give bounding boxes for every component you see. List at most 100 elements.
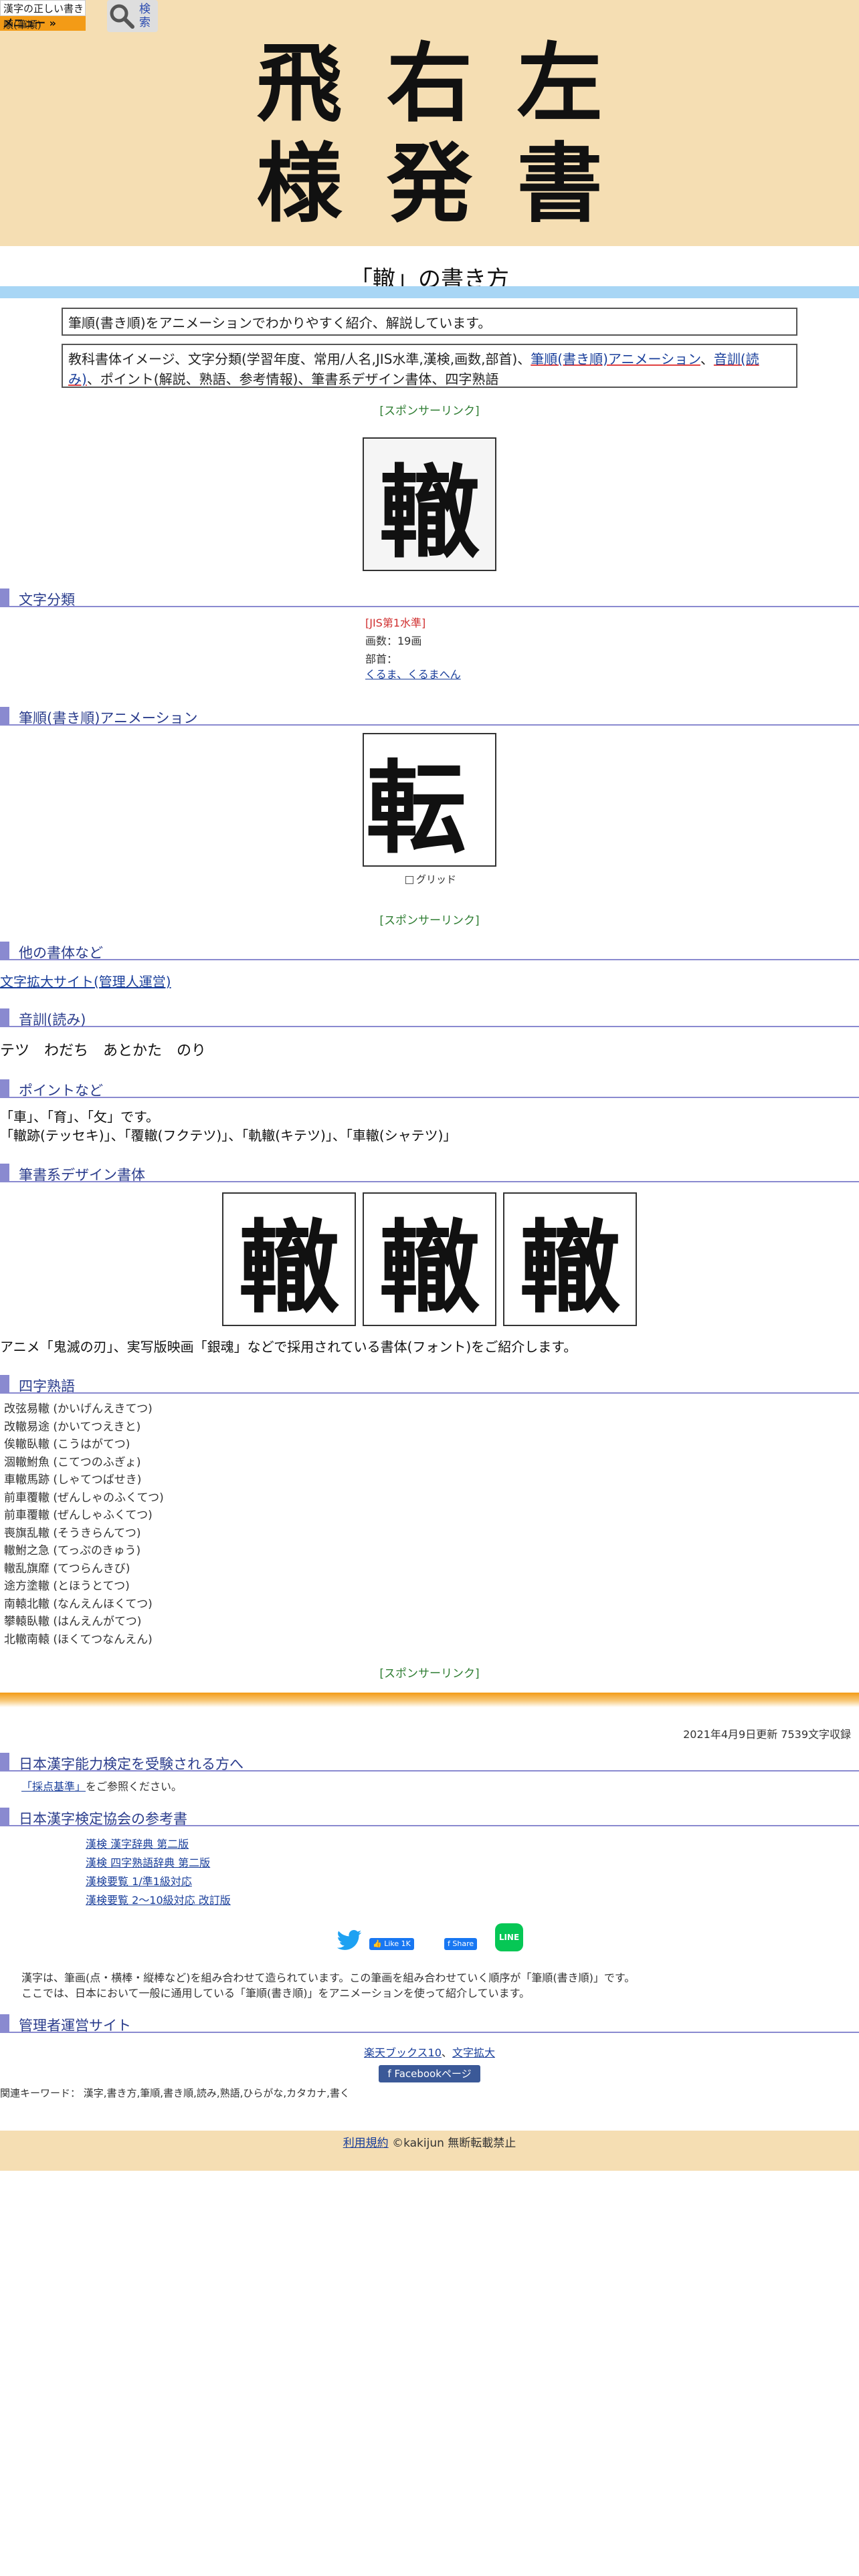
section-title: 管理者運営サイト: [19, 2018, 131, 2034]
section-kanken: 日本漢字能力検定を受験される方へ: [0, 1753, 859, 1772]
yoji-item: 改弦易轍 (かいげんえきてつ): [4, 1402, 153, 1416]
facebook-icon: f: [387, 2068, 395, 2080]
grid-label: グリッド: [416, 873, 457, 885]
design-sample-char: 轍: [519, 1208, 620, 1327]
section-reading: 音訓(読み): [0, 1008, 859, 1028]
orange-divider: [0, 1693, 859, 1707]
section-classification: 文字分類: [0, 588, 859, 608]
reference-book-list: 漢検 漢字辞典 第二版 漢検 四字熟語辞典 第二版 漢検要覧 1/準1級対応 漢…: [86, 1835, 231, 1910]
section-yoji: 四字熟語: [0, 1375, 859, 1394]
line-icon: LINE: [498, 1933, 520, 1942]
grid-toggle[interactable]: グリッド: [405, 872, 456, 886]
menu-button[interactable]: メニュー »: [0, 16, 86, 31]
animation-link[interactable]: 筆順(書き順)アニメーション: [531, 351, 700, 367]
like-count: Like 1K: [384, 1939, 411, 1948]
section-marker: [0, 1753, 9, 1770]
share-buttons: 👍 Like 1K f Share LINE: [335, 1923, 535, 1957]
intro-text: 筆順(書き順)をアニメーションでわかりやすく紹介、解説しています。: [68, 315, 492, 331]
points-line-1: 「車」、「育」、「攵」です。: [0, 1109, 159, 1125]
admin-links-sep: 、: [441, 2046, 452, 2059]
yoji-item: 攀轅臥轍 (はんえんがてつ): [4, 1615, 142, 1628]
title-underline: [0, 286, 859, 298]
animation-char: 転: [365, 749, 466, 867]
section-admin: 管理者運営サイト: [0, 2014, 859, 2034]
reference-book-link[interactable]: 漢検 四字熟語辞典 第二版: [86, 1856, 210, 1869]
yoji-item: 途方塗轍 (とほうとてつ): [4, 1580, 130, 1593]
scoring-criteria-link[interactable]: 「採点基準」: [21, 1780, 86, 1793]
facebook-page-label: Facebookページ: [394, 2068, 472, 2080]
section-marker: [0, 1079, 9, 1097]
twitter-icon[interactable]: [335, 1927, 364, 1954]
kanken-note: 「採点基準」をご参照ください。: [21, 1778, 182, 1794]
copyright: ©kakijun 無断転載禁止: [392, 2137, 516, 2150]
section-title: ポイントなど: [19, 1083, 103, 1099]
yoji-item: 轍鮒之急 (てっぷのきゅう): [4, 1544, 141, 1558]
line-share-button[interactable]: LINE: [495, 1923, 523, 1951]
reference-book-link[interactable]: 漢検要覧 1/準1級対応: [86, 1875, 192, 1888]
jis-level: [JIS第1水準]: [365, 617, 426, 629]
stroke-animation-frame: 転: [363, 733, 496, 867]
hero-char: 左: [516, 33, 603, 134]
site-description: 漢字は、筆画(点・横棒・縦棒など)を組み合わせて造られています。この筆画を組み合…: [21, 1970, 635, 2001]
description-line: 漢字は、筆画(点・横棒・縦棒など)を組み合わせて造られています。この筆画を組み合…: [21, 1971, 636, 1984]
summary-box: 教科書体イメージ、文字分類(学習年度、常用/人名,JIS水準,漢検,画数,部首)…: [62, 344, 797, 388]
terms-link[interactable]: 利用規約: [343, 2137, 389, 2150]
yoji-item: 前車覆轍 (ぜんしゃのふくてつ): [4, 1491, 164, 1505]
logo-text[interactable]: 漢字の正しい書き順(筆順): [0, 0, 86, 31]
section-marker: [0, 588, 9, 606]
facebook-like-button[interactable]: 👍 Like 1K: [369, 1938, 414, 1950]
summary-sep: 、: [700, 351, 714, 367]
thumbs-up-icon: 👍: [373, 1939, 385, 1948]
update-info: 2021年4月9日更新 7539文字収録: [683, 1728, 851, 1741]
section-animation: 筆順(書き順)アニメーション: [0, 707, 859, 726]
footer: 利用規約 ©kakijun 無断転載禁止: [0, 2131, 859, 2171]
kanken-note-suffix: をご参照ください。: [86, 1780, 183, 1793]
admin-links: 楽天ブックス10、文字拡大: [0, 2044, 859, 2060]
hero-char: 飛: [256, 33, 343, 134]
hero-banner: 飛 右 左 様 発 書: [0, 0, 859, 246]
yoji-item: 涸轍鮒魚 (こてつのふぎょ): [4, 1455, 141, 1469]
rakuten-books-link[interactable]: 楽天ブックス10: [364, 2046, 442, 2059]
main-kanji-image: 轍: [363, 437, 496, 572]
site-logo[interactable]: 漢字の正しい書き順(筆順) メニュー »: [0, 0, 86, 32]
design-sample-char: 轍: [238, 1208, 339, 1327]
facebook-share-button[interactable]: f Share: [444, 1938, 478, 1950]
related-keywords: 関連キーワード： 漢字,書き方,筆順,書き順,読み,熟語,ひらがな,カタカナ,書…: [0, 2087, 350, 2099]
radical-link[interactable]: くるま、くるまへん: [365, 665, 461, 681]
points-line-2: 「轍跡(テッセキ)」、「覆轍(フクテツ)」、「軌轍(キテツ)」、「車轍(シャテツ…: [0, 1128, 457, 1144]
summary-suffix: 、ポイント(解説、熟語、参考情報)、筆書系デザイン書体、四字熟語: [86, 371, 499, 387]
search-label: 検索: [139, 3, 151, 29]
design-font-note: アニメ「鬼滅の刃」、実写版映画「銀魂」などで採用されている書体(フォント)をご紹…: [0, 1339, 577, 1355]
yoji-item: 南轅北轍 (なんえんほくてつ): [4, 1597, 153, 1611]
section-title: 四字熟語: [19, 1378, 75, 1394]
search-button[interactable]: 検索: [107, 0, 158, 32]
facebook-page-button[interactable]: f Facebookページ: [379, 2065, 480, 2082]
section-other-fonts: 他の書体など: [0, 942, 859, 961]
yoji-item: 改轍易途 (かいてつえきと): [4, 1420, 141, 1434]
section-reference: 日本漢字検定協会の参考書: [0, 1808, 859, 1827]
hero-char: 様: [256, 134, 343, 234]
design-font-sample: 轍: [503, 1192, 637, 1327]
section-title: 日本漢字能力検定を受験される方へ: [19, 1756, 244, 1772]
large-text-site-link[interactable]: 文字拡大サイト(管理人運営): [0, 971, 171, 990]
yoji-item: 北轍南轅 (ほくてつなんえん): [4, 1632, 153, 1646]
design-sample-char: 轍: [379, 1208, 480, 1327]
hero-calligraphy: 飛 右 左 様 発 書: [234, 33, 625, 234]
sponsor-label: [スポンサーリンク]: [379, 1667, 480, 1681]
large-text-link[interactable]: 文字拡大: [452, 2046, 495, 2059]
reference-book-link[interactable]: 漢検 漢字辞典 第二版: [86, 1838, 189, 1850]
section-marker: [0, 2014, 9, 2032]
sponsor-label: [スポンサーリンク]: [379, 914, 480, 928]
grid-checkbox[interactable]: [405, 875, 413, 884]
summary-prefix: 教科書体イメージ、文字分類(学習年度、常用/人名,JIS水準,漢検,画数,部首)…: [68, 351, 531, 367]
reference-book-link[interactable]: 漢検要覧 2～10級対応 改訂版: [86, 1894, 231, 1907]
yoji-item: 喪旗乱轍 (そうきらんてつ): [4, 1526, 141, 1540]
sponsor-label: [スポンサーリンク]: [379, 405, 480, 418]
hero-char: 書: [516, 134, 603, 234]
section-marker: [0, 1164, 9, 1181]
reading-text: テツ わだち あとかた のり: [0, 1043, 207, 1059]
section-marker: [0, 1808, 9, 1825]
search-icon: [110, 4, 134, 29]
design-font-sample: 轍: [363, 1192, 496, 1327]
section-marker: [0, 1375, 9, 1392]
